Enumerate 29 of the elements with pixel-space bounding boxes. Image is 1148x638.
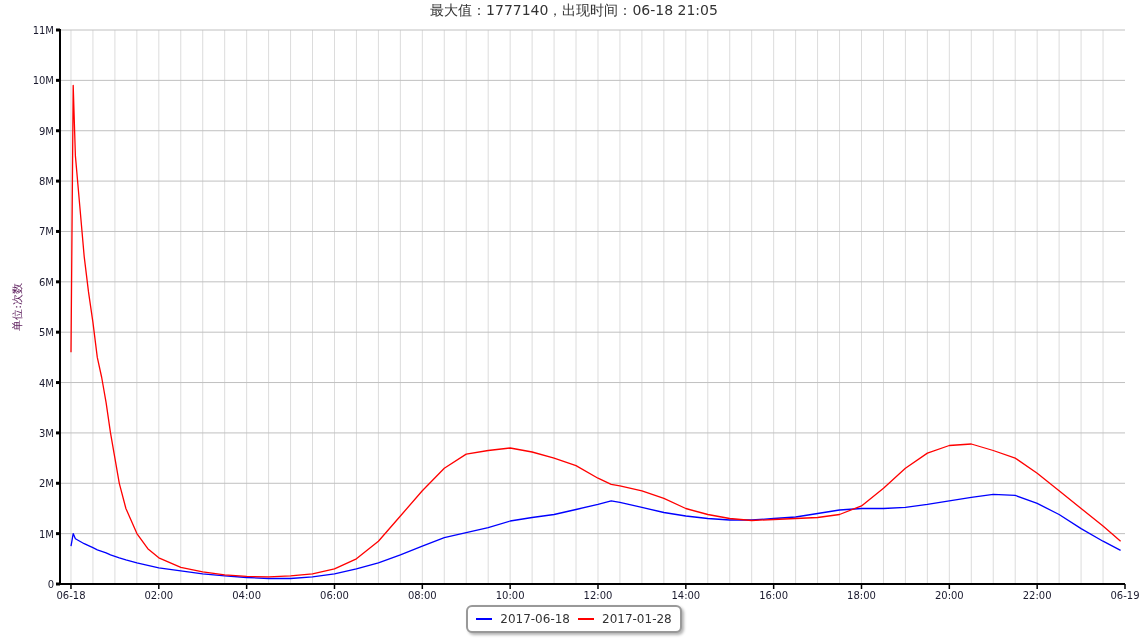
y-tick-label: 0 — [47, 579, 54, 590]
legend-label: 2017-01-28 — [602, 611, 672, 628]
x-tick-label: 20:00 — [934, 590, 964, 600]
x-tick-label: 14:00 — [671, 590, 701, 600]
x-tick-label: 12:00 — [583, 590, 613, 600]
y-tick-label: 4M — [39, 377, 54, 389]
y-tick-label: 2M — [39, 478, 54, 490]
y-tick-label: 7M — [39, 226, 54, 238]
x-tick-label: 18:00 — [847, 590, 876, 600]
y-tick-label: 11M — [32, 25, 54, 36]
x-tick-label: 16:00 — [759, 590, 789, 600]
y-tick-label: 5M — [39, 327, 54, 339]
y-tick-label: 3M — [39, 427, 54, 439]
y-tick-label: 6M — [39, 276, 54, 288]
x-tick-label: 08:00 — [407, 590, 437, 600]
x-tick-label: 06-19 — [1110, 590, 1140, 600]
x-tick-label: 04:00 — [232, 590, 262, 600]
x-tick-label: 02:00 — [144, 590, 174, 600]
y-axis-label: 单位:次数 — [11, 283, 24, 331]
legend-label: 2017-06-18 — [500, 611, 570, 628]
y-tick-label: 9M — [39, 125, 54, 137]
y-tick-label: 1M — [39, 528, 54, 540]
x-tick-label: 06-18 — [56, 590, 86, 600]
x-tick-label: 10:00 — [495, 590, 525, 600]
chart-title: 最大值：1777140，出现时间：06-18 21:05 — [430, 1, 718, 20]
y-tick-label: 10M — [32, 75, 54, 87]
y-tick-label: 8M — [39, 176, 54, 188]
x-tick-label: 06:00 — [320, 590, 349, 600]
x-tick-label: 22:00 — [1022, 590, 1052, 600]
